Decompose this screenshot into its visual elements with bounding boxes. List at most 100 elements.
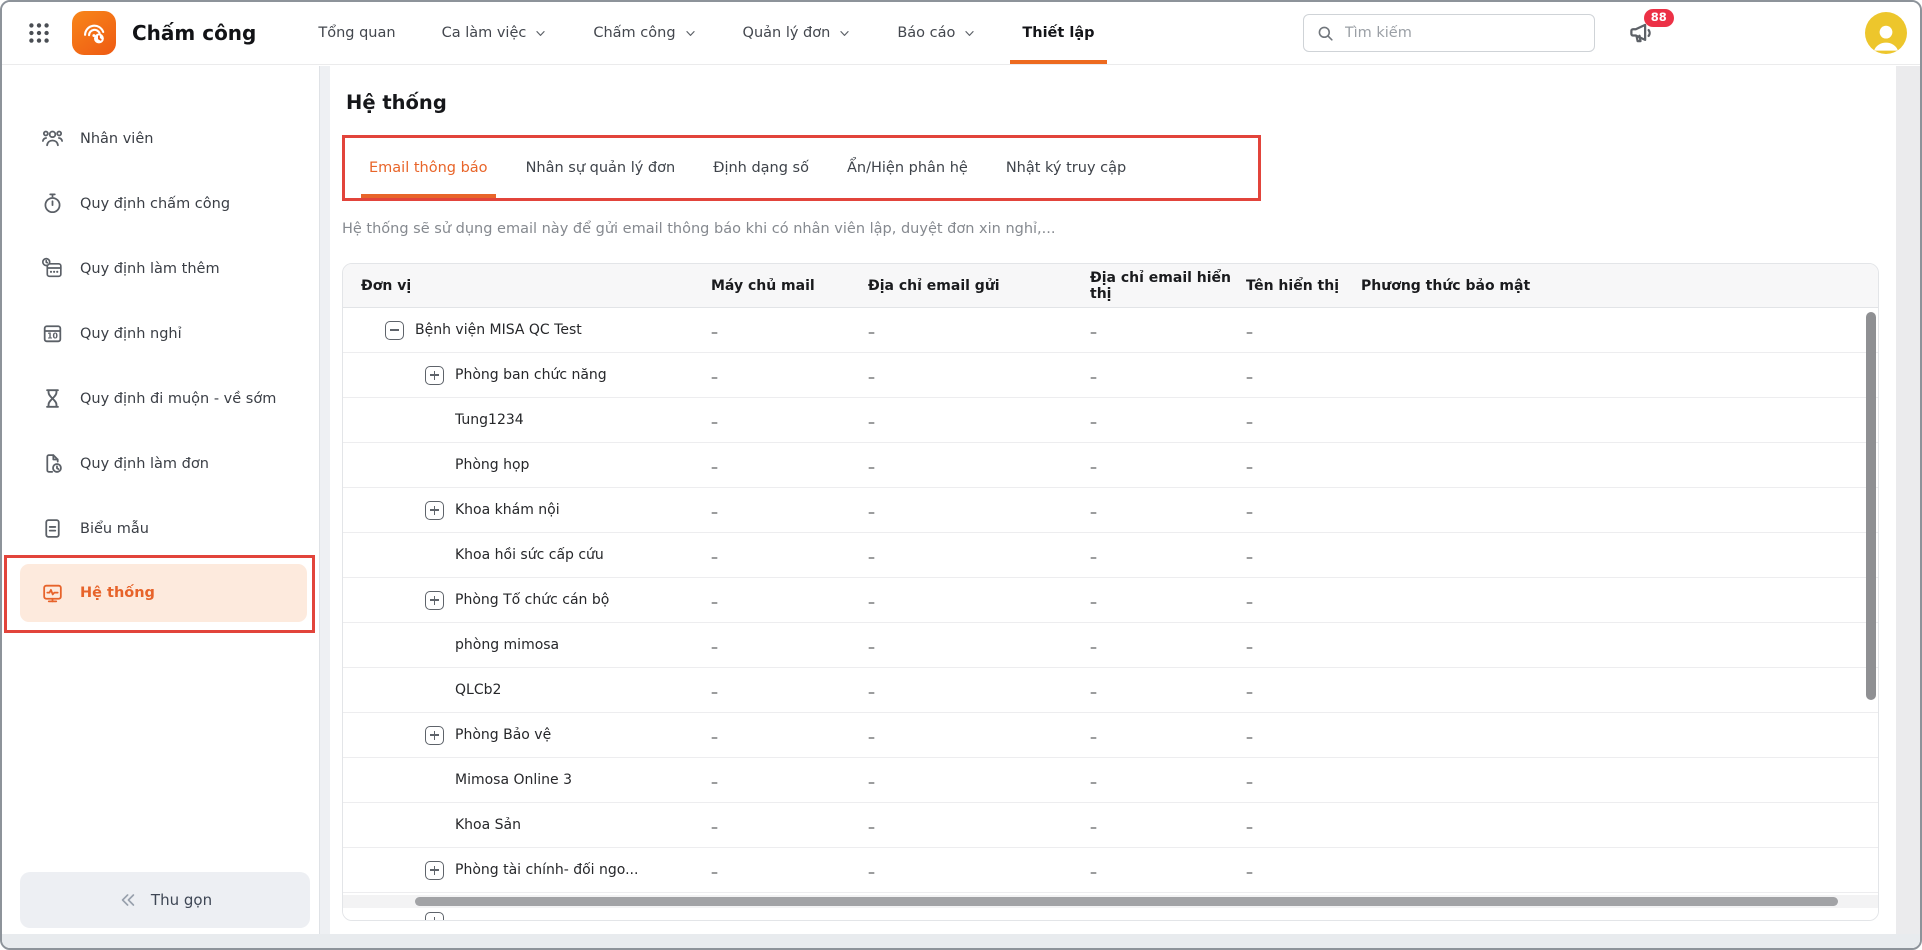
table-row[interactable]: Tung1234–––– — [343, 398, 1878, 443]
empty-cell: – — [1246, 817, 1361, 833]
sidebar-item-label: Biểu mẫu — [80, 521, 149, 537]
unit-name: Khoa Sản — [455, 817, 521, 833]
search-input[interactable] — [1345, 25, 1594, 41]
announcement-megaphone-icon[interactable]: 88 — [1627, 18, 1657, 48]
table-row[interactable]: QLCb2–––– — [343, 668, 1878, 713]
empty-cell: – — [1246, 502, 1361, 518]
empty-value: – — [1090, 685, 1097, 701]
empty-cell: – — [1090, 862, 1246, 878]
horizontal-scrollbar[interactable] — [343, 895, 1878, 908]
sidebar-item-quy-dinh-lam-don[interactable]: Quy định làm đơn — [2, 431, 319, 496]
sidebar-item-he-thong[interactable]: Hệ thống — [20, 564, 307, 622]
nav-item-label: Quản lý đơn — [743, 25, 831, 41]
empty-value: – — [1246, 325, 1253, 341]
table-row[interactable]: Khoa hồi sức cấp cứu–––– — [343, 533, 1878, 578]
nav-item-tong-quan[interactable]: Tổng quan — [318, 2, 395, 64]
unit-name: Phòng ban chức năng — [455, 367, 607, 383]
collapse-node-button[interactable] — [385, 321, 404, 340]
monitor-icon — [40, 581, 65, 606]
nav-item-cham-cong[interactable]: Chấm công — [593, 2, 696, 64]
unit-name: Khoa hồi sức cấp cứu — [455, 547, 604, 563]
empty-value: – — [711, 595, 718, 611]
window-bottom-edge — [2, 934, 1920, 948]
empty-cell: – — [868, 367, 1090, 383]
unit-name: QLCb2 — [455, 682, 501, 698]
tab-nhat-ky-truy-cap[interactable]: Nhật ký truy cập — [1006, 138, 1126, 198]
table-row[interactable]: Phòng họp–––– — [343, 443, 1878, 488]
nav-item-quan-ly-don[interactable]: Quản lý đơn — [743, 2, 852, 64]
tab-email-thong-bao[interactable]: Email thông báo — [369, 138, 488, 198]
vertical-scrollbar-thumb[interactable] — [1866, 312, 1876, 700]
expand-node-button[interactable] — [425, 726, 444, 745]
nav-item-bao-cao[interactable]: Báo cáo — [897, 2, 976, 64]
sidebar-item-label: Quy định chấm công — [80, 196, 230, 212]
unit-cell: Phòng Bảo vệ — [343, 726, 711, 745]
sidebar-collapse-button[interactable]: Thu gọn — [20, 872, 310, 928]
tab-an-hien-phan-he[interactable]: Ẩn/Hiện phân hệ — [847, 138, 968, 198]
tab-label: Email thông báo — [369, 160, 488, 176]
table-header: Đơn vịMáy chủ mailĐịa chỉ email gửiĐịa c… — [343, 264, 1878, 308]
empty-value: – — [1090, 595, 1097, 611]
empty-value: – — [1090, 415, 1097, 431]
table-row[interactable]: Phòng ban chức năng–––– — [343, 353, 1878, 398]
unit-name: Bệnh viện MISA QC Test — [415, 322, 582, 338]
unit-name: Phòng Tổ chức cán bộ — [455, 592, 609, 608]
nav-item-ca-lam-viec[interactable]: Ca làm việc — [442, 2, 548, 64]
unit-name: Phòng họp — [455, 457, 529, 473]
expand-node-button[interactable] — [425, 591, 444, 610]
table-row[interactable]: Phòng tài chính- đối ngo...–––– — [343, 848, 1878, 893]
table-row[interactable]: Mimosa Online 3–––– — [343, 758, 1878, 803]
sidebar-item-quy-dinh-nghi[interactable]: 10Quy định nghỉ — [2, 301, 319, 366]
sidebar-item-quy-dinh-di-muon-ve-som[interactable]: Quy định đi muộn - về sớm — [2, 366, 319, 431]
sidebar-item-quy-dinh-cham-cong[interactable]: Quy định chấm công — [2, 171, 319, 236]
tab-label: Nhân sự quản lý đơn — [526, 160, 676, 176]
sidebar-item-quy-dinh-lam-them[interactable]: Quy định làm thêm — [2, 236, 319, 301]
table-row[interactable]: Khoa khám nội–––– — [343, 488, 1878, 533]
empty-cell: – — [1246, 322, 1361, 338]
sidebar-item-bieu-mau[interactable]: Biểu mẫu — [2, 496, 319, 561]
empty-value: – — [711, 775, 718, 791]
empty-cell: – — [868, 547, 1090, 563]
table-row[interactable]: Phòng Tổ chức cán bộ–––– — [343, 578, 1878, 623]
notification-badge: 88 — [1644, 9, 1674, 27]
tab-label: Ẩn/Hiện phân hệ — [847, 160, 968, 176]
empty-value: – — [868, 550, 875, 566]
expand-node-button[interactable] — [425, 366, 444, 385]
sidebar-item-label: Quy định làm thêm — [80, 261, 220, 277]
horizontal-scrollbar-thumb[interactable] — [415, 897, 1838, 906]
empty-cell: – — [711, 547, 868, 563]
empty-value: – — [868, 685, 875, 701]
empty-value: – — [711, 820, 718, 836]
empty-cell: – — [868, 457, 1090, 473]
table-row[interactable]: phòng mimosa–––– — [343, 623, 1878, 668]
expand-node-button[interactable] — [425, 501, 444, 520]
unit-cell: Tung1234 — [343, 412, 711, 428]
tab-nhan-su-quan-ly-don[interactable]: Nhân sự quản lý đơn — [526, 138, 676, 198]
stopwatch-icon — [40, 191, 65, 216]
sidebar-item-nhan-vien[interactable]: Nhân viên — [2, 106, 319, 171]
empty-cell: – — [1246, 682, 1361, 698]
unit-cell: Bệnh viện MISA QC Test — [343, 321, 711, 340]
empty-cell: – — [868, 502, 1090, 518]
expand-node-button[interactable] — [425, 912, 444, 921]
user-avatar[interactable] — [1865, 12, 1907, 54]
app-launcher-grid-icon[interactable] — [26, 20, 52, 46]
table-row[interactable]: Phòng Bảo vệ–––– — [343, 713, 1878, 758]
table-row[interactable]: Bệnh viện MISA QC Test–––– — [343, 308, 1878, 353]
empty-cell: – — [868, 637, 1090, 653]
column-header: Địa chỉ email gửi — [868, 278, 1090, 294]
empty-cell: – — [868, 592, 1090, 608]
empty-value: – — [868, 730, 875, 746]
empty-value: – — [868, 595, 875, 611]
partially-visible-row — [343, 908, 1878, 921]
empty-cell: – — [1090, 502, 1246, 518]
table-row[interactable]: Khoa Sản–––– — [343, 803, 1878, 848]
empty-cell: – — [1246, 412, 1361, 428]
expand-node-button[interactable] — [425, 861, 444, 880]
collapse-label: Thu gọn — [151, 891, 212, 909]
empty-value: – — [1090, 640, 1097, 656]
empty-value: – — [711, 865, 718, 881]
empty-cell: – — [1090, 457, 1246, 473]
tab-dinh-dang-so[interactable]: Định dạng số — [713, 138, 809, 198]
nav-item-thiet-lap[interactable]: Thiết lập — [1022, 2, 1094, 64]
